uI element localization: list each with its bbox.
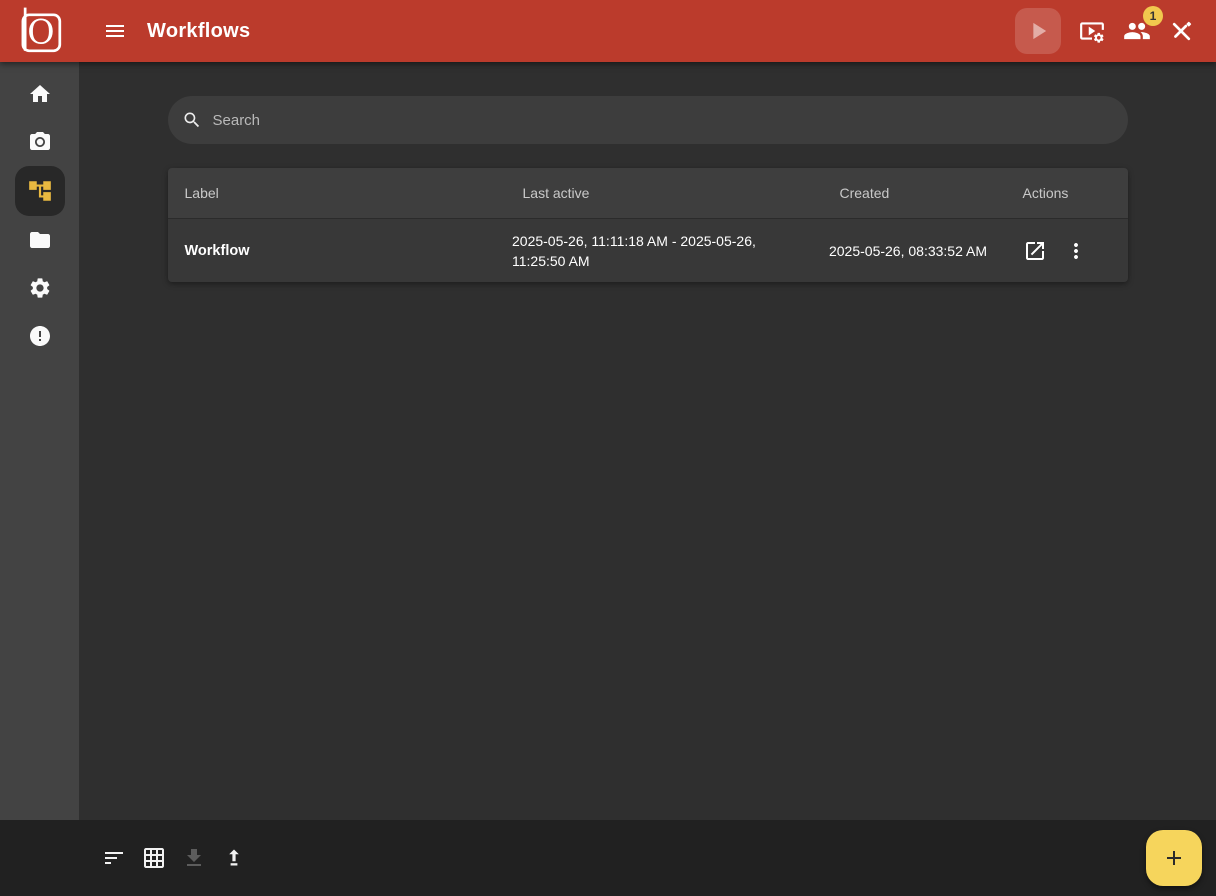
search-bar: [168, 96, 1128, 144]
main-content: Label Last active Created Actions Workfl…: [79, 62, 1216, 820]
workflow-last-active-cell: 2025-05-26, 11:11:18 AM - 2025-05-26, 11…: [474, 231, 796, 271]
open-in-new-icon: [1023, 239, 1047, 263]
app-bar: O Workflows: [0, 0, 1216, 62]
settings-gear-icon: [28, 276, 52, 300]
video-settings-button[interactable]: [1079, 18, 1105, 44]
plus-icon: [1162, 846, 1186, 870]
folder-icon: [28, 228, 52, 252]
download-icon: [182, 846, 206, 870]
bottom-toolbar: [0, 820, 1216, 896]
notification-badge: 1: [1143, 6, 1163, 26]
menu-button[interactable]: [103, 19, 127, 43]
column-header-label: Label: [168, 185, 474, 201]
sidebar-item-settings[interactable]: [16, 264, 64, 312]
openuc2-logo-icon: O: [13, 4, 67, 58]
sidebar: [0, 62, 79, 820]
sort-icon: [102, 846, 126, 870]
svg-text:O: O: [27, 13, 54, 52]
logo: O: [0, 0, 79, 62]
upload-icon: [222, 846, 246, 870]
footer-tools: [102, 846, 246, 870]
edit-off-icon: [1169, 19, 1194, 44]
sidebar-item-camera[interactable]: [16, 118, 64, 166]
grid-view-button[interactable]: [142, 846, 166, 870]
upload-button[interactable]: [222, 846, 246, 870]
workflow-label: Workflow: [168, 243, 474, 259]
error-icon: [28, 324, 52, 348]
grid-view-icon: [142, 846, 166, 870]
edit-off-button[interactable]: [1169, 19, 1194, 44]
camera-icon: [28, 130, 52, 154]
add-workflow-fab[interactable]: [1146, 830, 1202, 886]
home-icon: [28, 82, 52, 106]
users-button[interactable]: 1: [1123, 17, 1151, 45]
sidebar-item-home[interactable]: [16, 70, 64, 118]
page-title: Workflows: [147, 20, 250, 43]
hamburger-menu-icon: [103, 19, 127, 43]
search-icon: [182, 110, 202, 130]
workflow-last-active: 2025-05-26, 11:11:18 AM - 2025-05-26, 11…: [512, 231, 757, 271]
workflow-created: 2025-05-26, 08:33:52 AM: [796, 243, 1009, 259]
workflow-tree-icon: [27, 178, 53, 204]
download-button[interactable]: [182, 846, 206, 870]
play-icon: [1024, 17, 1052, 45]
sidebar-item-workflows[interactable]: [15, 166, 65, 216]
table-row[interactable]: Workflow 2025-05-26, 11:11:18 AM - 2025-…: [168, 218, 1128, 282]
app-body: Label Last active Created Actions Workfl…: [0, 62, 1216, 820]
sort-button[interactable]: [102, 846, 126, 870]
app-window: O Workflows: [0, 0, 1216, 896]
sidebar-item-alerts[interactable]: [16, 312, 64, 360]
search-input[interactable]: [211, 111, 1110, 130]
open-workflow-button[interactable]: [1023, 239, 1047, 263]
row-actions: [1009, 239, 1128, 263]
workflows-table: Label Last active Created Actions Workfl…: [168, 168, 1128, 282]
run-workflow-button[interactable]: [1015, 8, 1061, 54]
column-header-created: Created: [796, 185, 1009, 201]
sidebar-item-files[interactable]: [16, 216, 64, 264]
column-header-actions: Actions: [1009, 185, 1128, 201]
appbar-actions: 1: [1015, 8, 1216, 54]
video-settings-icon: [1079, 18, 1105, 44]
table-header-row: Label Last active Created Actions: [168, 168, 1128, 218]
column-header-last-active: Last active: [474, 185, 796, 201]
more-vert-icon: [1064, 239, 1088, 263]
row-more-button[interactable]: [1064, 239, 1088, 263]
